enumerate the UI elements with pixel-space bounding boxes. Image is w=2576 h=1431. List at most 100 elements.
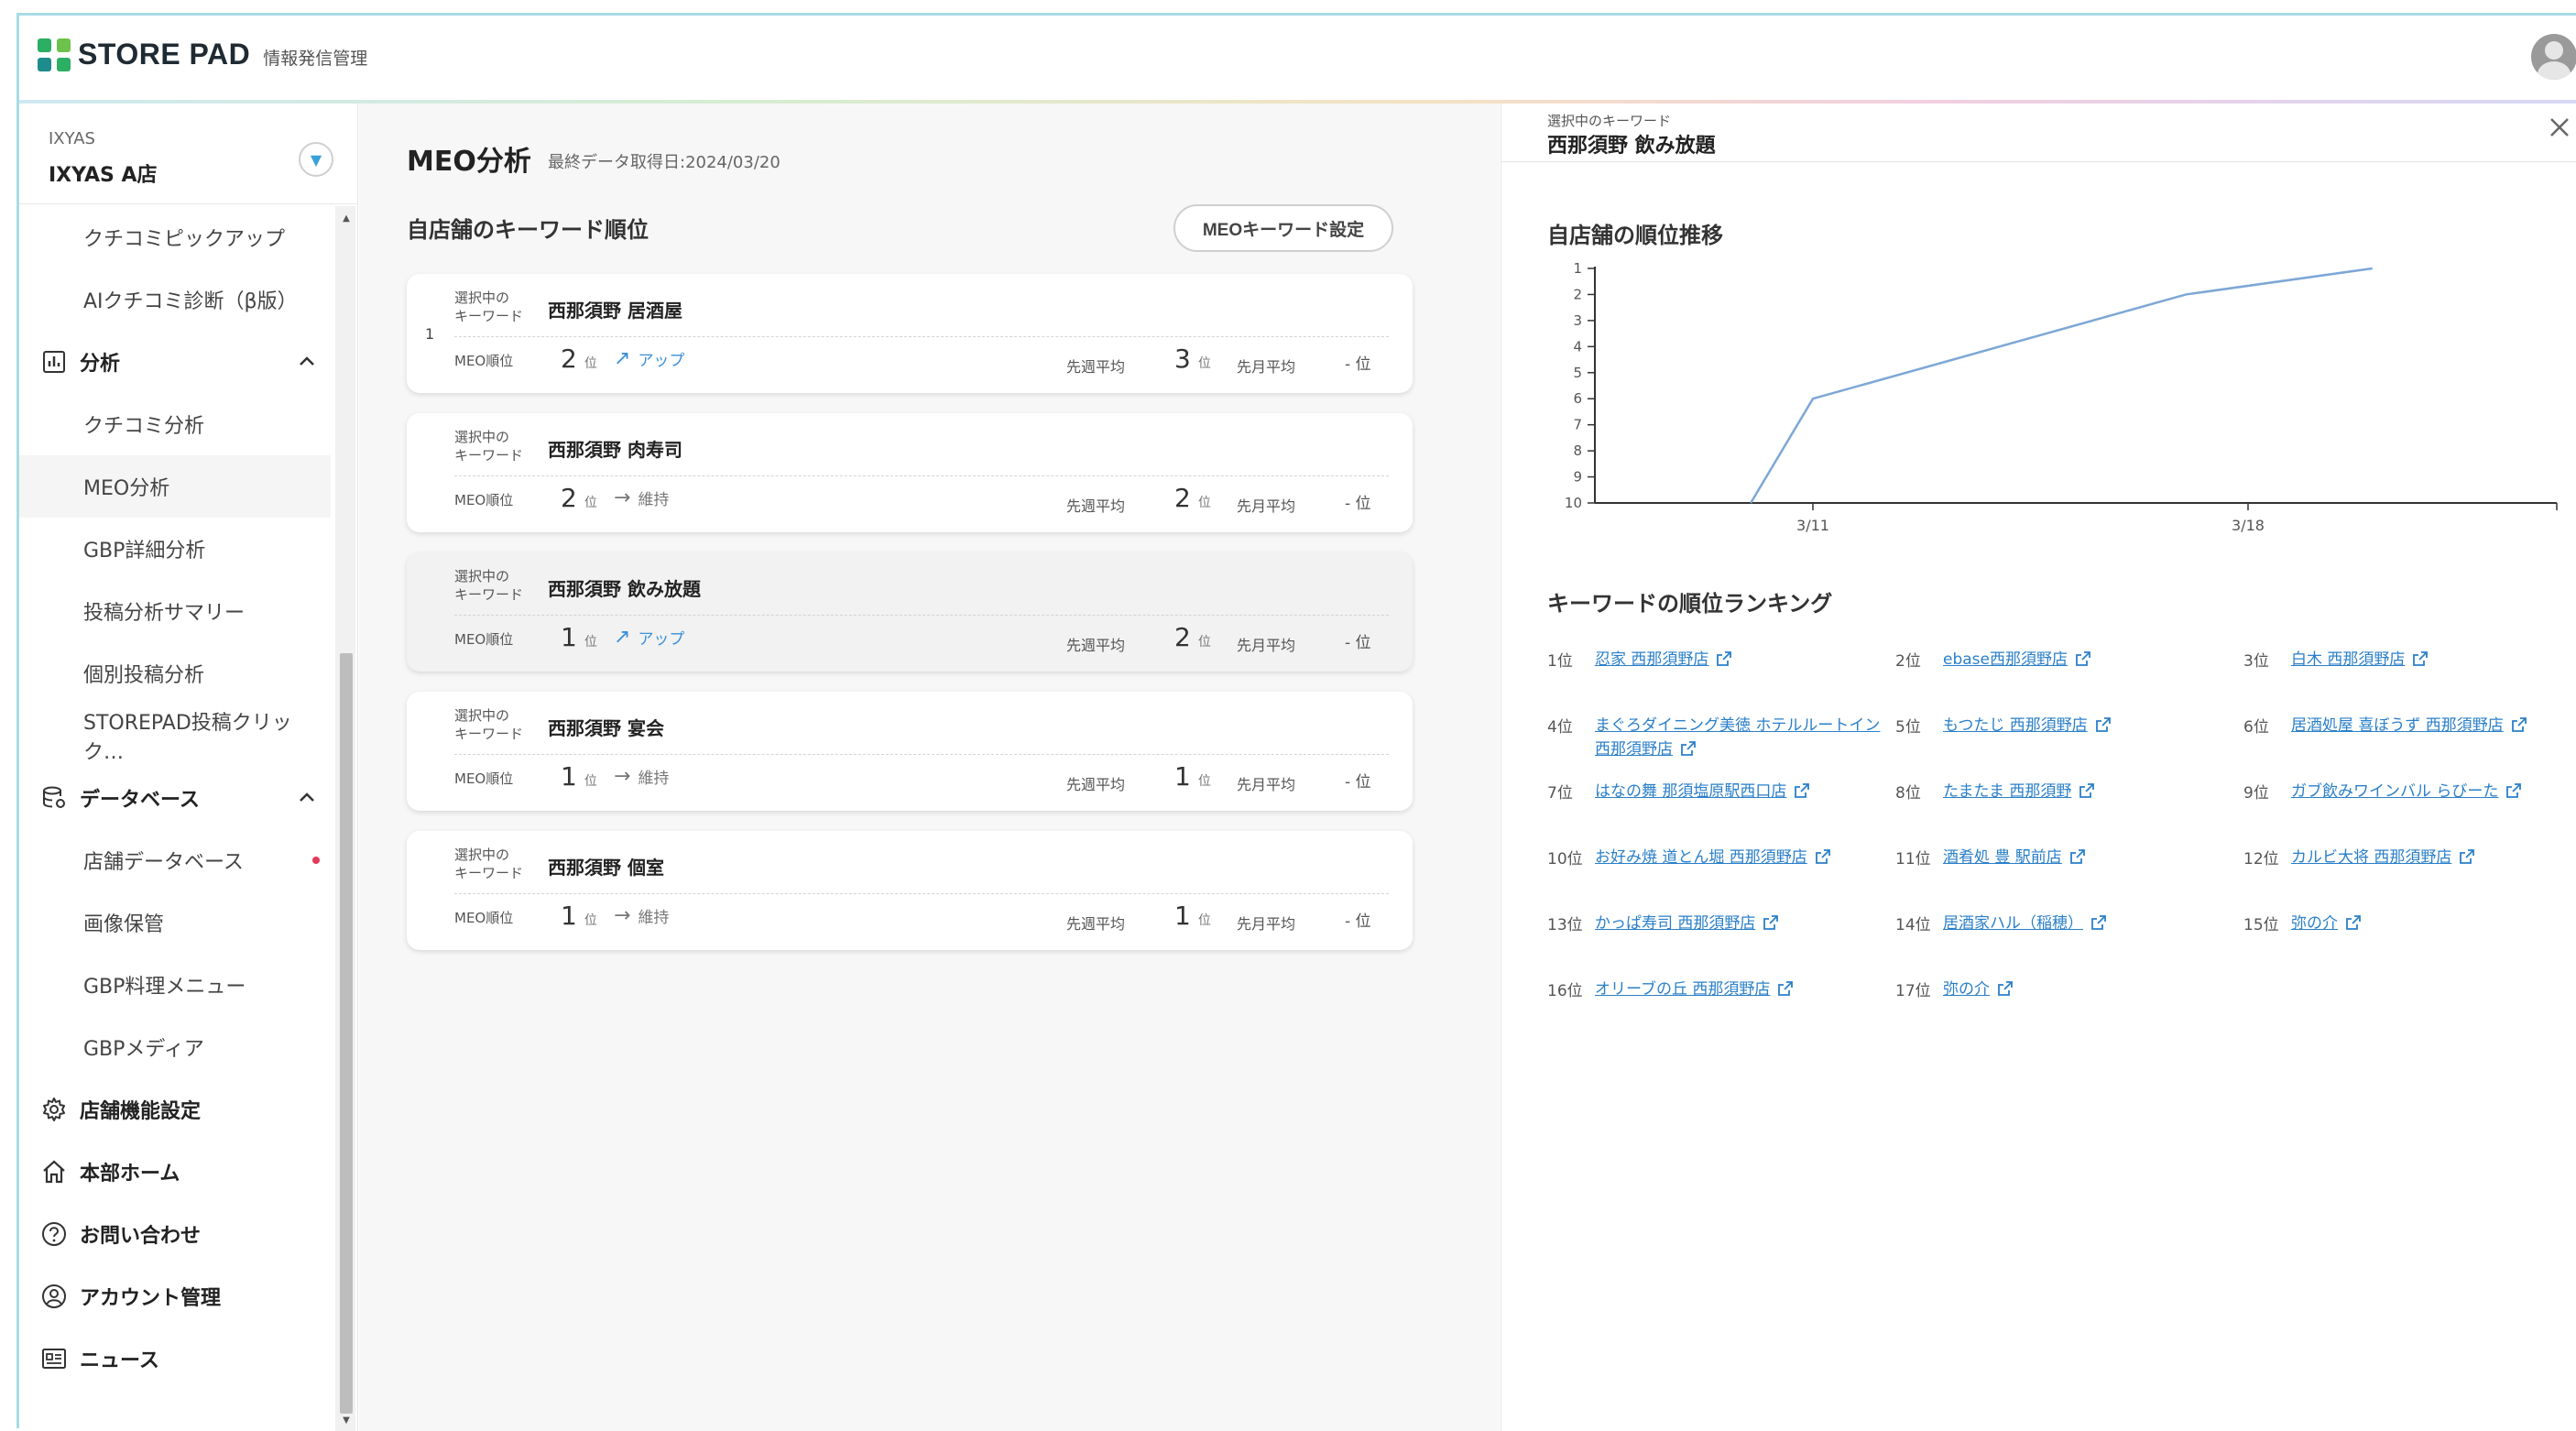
- last-fetched-date: 最終データ取得日:2024/03/20: [548, 153, 780, 172]
- sidebar-item-store-settings[interactable]: 店舗機能設定: [19, 1078, 331, 1141]
- external-link-icon[interactable]: [2069, 848, 2086, 865]
- account-icon: [39, 1282, 69, 1311]
- sidebar-item-account[interactable]: アカウント管理: [19, 1265, 331, 1327]
- sidebar-item-label: 個別投稿分析: [83, 664, 205, 687]
- sidebar-item-gbp-menu[interactable]: GBP料理メニュー: [19, 954, 331, 1016]
- scroll-up-icon[interactable]: ▲: [340, 212, 353, 224]
- external-link-icon[interactable]: [1777, 980, 1794, 997]
- sidebar-item-post-summary[interactable]: 投稿分析サマリー: [19, 580, 331, 642]
- sidebar-item-image-storage[interactable]: 画像保管: [19, 891, 331, 954]
- sidebar-item-meo-analysis[interactable]: MEO分析: [19, 455, 331, 518]
- ranking-store-link[interactable]: 弥の介: [1943, 978, 2014, 1001]
- trend-flat-icon: →: [614, 486, 631, 509]
- external-link-icon[interactable]: [1716, 650, 1732, 667]
- ranking-store-link[interactable]: ガブ飲みワインバル らびーた: [2291, 780, 2522, 803]
- ranking-store-link[interactable]: 弥の介: [2291, 912, 2362, 935]
- external-link-icon[interactable]: [2505, 782, 2522, 799]
- app-logo[interactable]: STORE PAD 情報発信管理: [38, 38, 367, 71]
- external-link-icon[interactable]: [1997, 980, 2014, 997]
- ranking-item: 3位 白木 西那須野店: [2243, 648, 2576, 672]
- sidebar-item-news[interactable]: ニュース: [19, 1327, 331, 1390]
- sidebar-item-hq-home[interactable]: 本部ホーム: [19, 1141, 331, 1203]
- ranking-store-link[interactable]: 酒肴処 豊 駅前店: [1943, 846, 2086, 869]
- store-selector[interactable]: IXYAS IXYAS A店 ▼: [19, 104, 358, 204]
- ranking-store-link[interactable]: まぐろダイニング美徳 ホテルルートイン西那須野店: [1595, 714, 1895, 761]
- x-tick-label: 3/11: [1796, 517, 1829, 534]
- sidebar-item-store-database[interactable]: 店舗データベース: [19, 829, 331, 891]
- keyword-card[interactable]: 選択中の キーワード 西那須野 肉寿司 MEO順位 2位 → 維持 先週平均 2位 …: [407, 413, 1413, 532]
- ranking-store-link[interactable]: ebase西那須野店: [1943, 648, 2091, 672]
- sidebar-item-post-analysis[interactable]: 個別投稿分析: [19, 642, 331, 705]
- sidebar-item-gbp-detail[interactable]: GBP詳細分析: [19, 518, 331, 580]
- trend-flat-icon: →: [614, 765, 631, 788]
- ranking-number: 12位: [2243, 850, 2279, 868]
- meo-rank-label: MEO順位: [454, 492, 514, 508]
- ranking-number: 15位: [2243, 916, 2279, 934]
- rank-unit: 位: [584, 356, 597, 371]
- sidebar-item-storepad-click[interactable]: STOREPAD投稿クリック…: [19, 705, 331, 767]
- last-week-avg-label: 先週平均: [1066, 915, 1126, 933]
- sidebar-item-contact[interactable]: お問い合わせ: [19, 1203, 331, 1265]
- ranking-store-link[interactable]: かっぱ寿司 西那須野店: [1595, 912, 1779, 935]
- home-icon: [39, 1157, 69, 1186]
- ranking-item: 14位 居酒家ハル（稲穂）: [1895, 912, 2243, 935]
- ranking-store-link[interactable]: オリーブの丘 西那須野店: [1595, 978, 1794, 1001]
- external-link-icon[interactable]: [1815, 848, 1831, 865]
- external-link-icon[interactable]: [2511, 716, 2527, 733]
- sidebar-scrollbar-thumb[interactable]: [340, 653, 353, 1414]
- external-link-icon[interactable]: [2090, 914, 2107, 931]
- user-avatar-icon[interactable]: [2531, 34, 2576, 80]
- chevron-up-icon[interactable]: [296, 787, 318, 809]
- external-link-icon[interactable]: [2075, 650, 2091, 667]
- sidebar-item-label: クチコミ分析: [83, 415, 205, 438]
- detail-header: 選択中のキーワード 西那須野 飲み放題: [1501, 104, 2576, 162]
- sidebar-item-review-analysis[interactable]: クチコミ分析: [19, 393, 331, 455]
- external-link-icon[interactable]: [1794, 782, 1810, 799]
- ranking-store-name: ガブ飲みワインバル らびーた: [2291, 782, 2499, 801]
- sidebar-item-review-pickup[interactable]: クチコミピックアップ: [19, 206, 331, 268]
- ranking-store-link[interactable]: 居酒処屋 喜ぼうず 西那須野店: [2291, 714, 2527, 737]
- ranking-store-link[interactable]: 白木 西那須野店: [2291, 648, 2429, 672]
- keyword-card[interactable]: 1 選択中の キーワード 西那須野 居酒屋 MEO順位 2位 ↗ アップ 先週平均 3…: [407, 274, 1413, 393]
- last-week-avg-number: 2: [1174, 483, 1191, 513]
- keyword-name: 西那須野 飲み放題: [548, 578, 701, 600]
- ranking-store-link[interactable]: カルビ大将 西那須野店: [2291, 846, 2475, 869]
- sidebar-item-gbp-media[interactable]: GBPメディア: [19, 1016, 331, 1078]
- keyword-card[interactable]: 選択中の キーワード 西那須野 宴会 MEO順位 1位 → 維持 先週平均 1位 先…: [407, 692, 1413, 811]
- keyword-card[interactable]: 選択中の キーワード 西那須野 飲み放題 MEO順位 1位 ↗ アップ 先週平均 2…: [407, 552, 1413, 672]
- ranking-number: 10位: [1547, 850, 1583, 868]
- close-icon[interactable]: [2545, 113, 2574, 142]
- keyword-card[interactable]: 選択中の キーワード 西那須野 個室 MEO順位 1位 → 維持 先週平均 1位 先…: [407, 831, 1413, 950]
- external-link-icon[interactable]: [1680, 740, 1697, 757]
- external-link-icon[interactable]: [2459, 848, 2475, 865]
- ranking-item: 11位 酒肴処 豊 駅前店: [1895, 846, 2243, 869]
- store-dropdown-icon[interactable]: ▼: [299, 142, 333, 177]
- rank-trend: → 維持: [614, 486, 669, 509]
- last-week-avg-number: 1: [1174, 761, 1191, 792]
- external-link-icon[interactable]: [2412, 650, 2429, 667]
- rank-trend-title: 自店舗の順位推移: [1547, 223, 1723, 248]
- ranking-store-link[interactable]: たまたま 西那須野: [1943, 780, 2095, 803]
- external-link-icon[interactable]: [2095, 716, 2112, 733]
- sidebar-item-ai-review[interactable]: AIクチコミ診断（β版）: [19, 268, 331, 331]
- ranking-store-link[interactable]: 忍家 西那須野店: [1595, 648, 1732, 672]
- keyword-name: 西那須野 個室: [548, 857, 664, 879]
- meo-rank-number: 1: [561, 761, 577, 792]
- ranking-store-link[interactable]: もつたじ 西那須野店: [1943, 714, 2112, 737]
- ranking-store-link[interactable]: 居酒家ハル（稲穂）: [1943, 912, 2107, 935]
- meo-keyword-settings-button[interactable]: MEOキーワード設定: [1173, 204, 1393, 252]
- external-link-icon[interactable]: [2345, 914, 2362, 931]
- selected-keyword-label: 選択中のキーワード: [454, 707, 524, 742]
- ranking-item: 7位 はなの舞 那須塩原駅西口店: [1547, 780, 1895, 803]
- ranking-store-link[interactable]: お好み焼 道とん堀 西那須野店: [1595, 846, 1831, 869]
- scroll-down-icon[interactable]: ▼: [340, 1414, 353, 1426]
- external-link-icon[interactable]: [2079, 782, 2095, 799]
- ranking-store-link[interactable]: はなの舞 那須塩原駅西口店: [1595, 780, 1810, 803]
- y-tick-label: 4: [1573, 338, 1582, 355]
- sidebar-item-analysis[interactable]: 分析: [19, 331, 331, 393]
- selected-keyword: 西那須野 飲み放題: [1547, 135, 1716, 158]
- sidebar-item-database[interactable]: データベース: [19, 767, 331, 829]
- external-link-icon[interactable]: [1763, 914, 1779, 931]
- chevron-up-icon[interactable]: [296, 351, 318, 373]
- ranking-item: 5位 もつたじ 西那須野店: [1895, 714, 2243, 737]
